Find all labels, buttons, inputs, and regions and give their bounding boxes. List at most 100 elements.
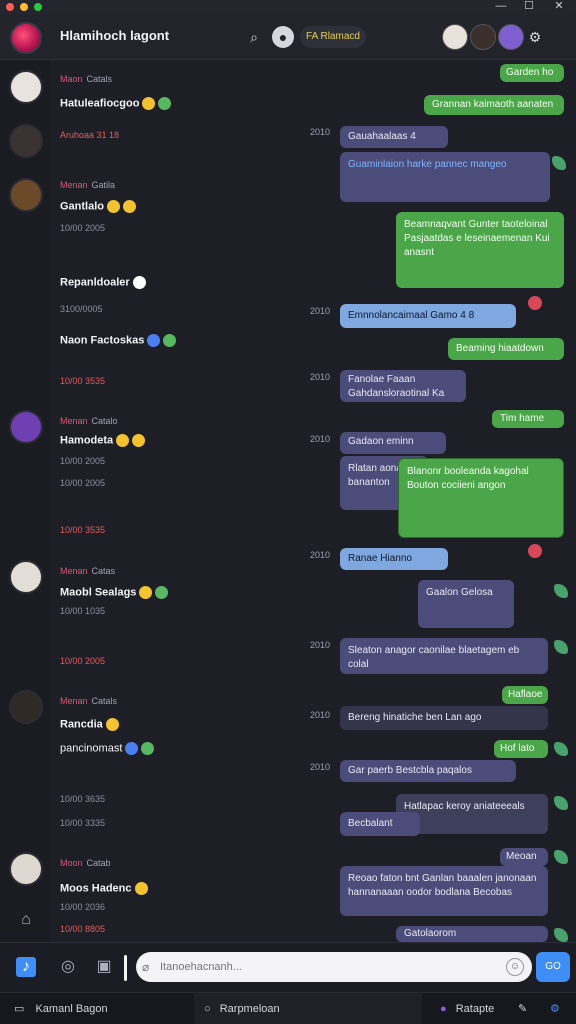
avatar[interactable]: [9, 560, 43, 594]
list-item-time: 10/00 3535: [60, 376, 106, 386]
avatar[interactable]: [9, 124, 43, 158]
list-item-time: 10/00 2005: [60, 656, 106, 666]
zoom-dot-icon[interactable]: [34, 3, 42, 11]
avatar[interactable]: [9, 690, 43, 724]
edit-icon[interactable]: ✎: [518, 993, 527, 1024]
message-bubble[interactable]: Haflaoe: [502, 686, 548, 704]
emoji-icon: [105, 718, 119, 731]
avatar[interactable]: [9, 70, 43, 104]
list-item-name[interactable]: Repanldoaler: [60, 276, 146, 289]
list-item-name[interactable]: Rancdia: [60, 718, 119, 731]
image-icon[interactable]: ▣: [94, 957, 114, 977]
list-item-meta: Moon Catab: [60, 858, 111, 868]
message-bubble[interactable]: Beamnaqvant Gunter taoteloinal Pasjaatda…: [396, 212, 564, 288]
emoji-icon: [142, 97, 156, 110]
minimize-button[interactable]: —: [488, 0, 514, 14]
emoji-icon: [107, 200, 121, 213]
home-icon[interactable]: ⌂: [16, 910, 36, 930]
message-bubble[interactable]: Fanolae Faaan Gahdansloraotinal Ka: [340, 370, 466, 402]
reaction-icon[interactable]: [554, 928, 568, 942]
reaction-icon[interactable]: [554, 742, 568, 756]
message-bubble[interactable]: Beaming hiaatdown: [448, 338, 564, 360]
reaction-icon[interactable]: [528, 296, 542, 310]
maximize-button[interactable]: ☐: [516, 0, 542, 14]
list-item-name[interactable]: Hamodeta: [60, 434, 146, 447]
message-bubble[interactable]: Tim hame: [492, 410, 564, 428]
emoji-icon: [123, 200, 137, 213]
status-mid[interactable]: ○ Rarpmeloan: [204, 993, 280, 1024]
message-bubble[interactable]: Gadaon eminn: [340, 432, 446, 454]
message-bubble[interactable]: Grannan kaimaoth aanaten: [424, 95, 564, 115]
reaction-icon[interactable]: [554, 796, 568, 810]
list-item-subtitle: pancinomast: [60, 742, 155, 755]
list-item-name[interactable]: Hatuleafiocgoo: [60, 97, 172, 110]
message-bubble[interactable]: Gar paerb Bestcbla paqalos: [340, 760, 516, 782]
timestamp: 2010: [310, 710, 331, 720]
refresh-icon[interactable]: ◎: [58, 957, 78, 977]
message-bubble[interactable]: Becbalant: [340, 812, 420, 836]
app-header: Hlamihoch lagont ⌕ ● FA Rlamacd ⚙: [0, 14, 576, 60]
close-dot-icon[interactable]: [6, 3, 14, 11]
emoji-icon: [134, 882, 148, 895]
avatar[interactable]: [442, 24, 468, 50]
timestamp: 2010: [310, 372, 331, 382]
avatar[interactable]: [470, 24, 496, 50]
timestamp: 2010: [310, 306, 331, 316]
list-item-time: 10/00 8805: [60, 924, 106, 934]
list-item-meta: Maon Catals: [60, 74, 113, 84]
message-bubble[interactable]: Garden ho: [500, 64, 564, 82]
status-bar: ▭ Kamanl Bagon ○ Rarpmeloan ● Ratapte ✎ …: [0, 992, 576, 1024]
timestamp: 2010: [310, 550, 331, 560]
avatar[interactable]: [9, 410, 43, 444]
list-item-meta: Menan Catas: [60, 566, 116, 576]
status-mid-label: Rarpmeloan: [219, 1003, 280, 1015]
message-bubble[interactable]: Ranae Hianno: [340, 548, 448, 570]
settings-icon[interactable]: ⚙: [524, 26, 546, 48]
music-icon[interactable]: ♪: [16, 957, 36, 977]
message-bubble[interactable]: Emnnolancaimaal Gamo 4 8: [340, 304, 516, 328]
app-title: Hlamihoch lagont: [60, 28, 170, 43]
emoji-icon: [163, 334, 177, 347]
reaction-icon[interactable]: [552, 156, 566, 170]
message-bubble[interactable]: Bereng hinatiche ben Lan ago: [340, 706, 548, 730]
list-item-name[interactable]: Moos Hadenc: [60, 882, 148, 895]
avatar[interactable]: [9, 852, 43, 886]
list-item-name[interactable]: Gantlalo: [60, 200, 137, 213]
list-item-name[interactable]: Maobl Sealags: [60, 586, 169, 599]
reaction-icon[interactable]: [554, 850, 568, 864]
message-bubble[interactable]: Sleaton anagor caonilae blaetagem eb col…: [340, 638, 548, 674]
status-left[interactable]: ▭ Kamanl Bagon: [14, 993, 194, 1024]
emoji-picker-icon[interactable]: ☺: [506, 958, 524, 976]
message-bubble[interactable]: Meoan: [500, 848, 548, 866]
emoji-icon: [158, 97, 172, 110]
emoji-icon: [139, 586, 153, 599]
status-right[interactable]: ● Ratapte: [440, 993, 494, 1024]
message-input[interactable]: [136, 952, 532, 982]
send-button[interactable]: GO: [536, 952, 570, 982]
avatar[interactable]: [498, 24, 524, 50]
attach-icon[interactable]: ⌀: [142, 960, 149, 974]
close-button[interactable]: ✕: [546, 0, 572, 14]
reaction-icon[interactable]: [554, 640, 568, 654]
profile-icon[interactable]: ●: [272, 26, 294, 48]
reaction-icon[interactable]: [554, 584, 568, 598]
message-bubble[interactable]: Gatolaorom: [396, 926, 548, 942]
timestamp: 2010: [310, 762, 331, 772]
status-badge[interactable]: FA Rlamacd: [300, 26, 366, 48]
message-bubble[interactable]: Blanonr booleanda kagohal Bouton cociien…: [398, 458, 564, 538]
reaction-icon[interactable]: [528, 544, 542, 558]
message-bubble[interactable]: Hof lato: [494, 740, 548, 758]
emoji-icon: [125, 742, 139, 755]
search-icon[interactable]: ⌕: [243, 26, 265, 48]
list-item-time: 10/00 2005: [60, 478, 106, 488]
avatar[interactable]: [9, 178, 43, 212]
settings-icon[interactable]: ⚙: [550, 993, 560, 1024]
list-item-meta: Menan Catals: [60, 696, 118, 706]
minimize-dot-icon[interactable]: [20, 3, 28, 11]
emoji-icon: [132, 276, 146, 289]
list-item-name[interactable]: Naon Factoskas: [60, 334, 177, 347]
message-bubble[interactable]: Reoao faton bnt Ganlan baaalen janonaan …: [340, 866, 548, 916]
message-bubble[interactable]: Gauahaalaas 4: [340, 126, 448, 148]
message-bubble[interactable]: Gaalon Gelosa: [418, 580, 514, 628]
message-bubble[interactable]: Guaminlaion harke pannec mangeo: [340, 152, 550, 202]
